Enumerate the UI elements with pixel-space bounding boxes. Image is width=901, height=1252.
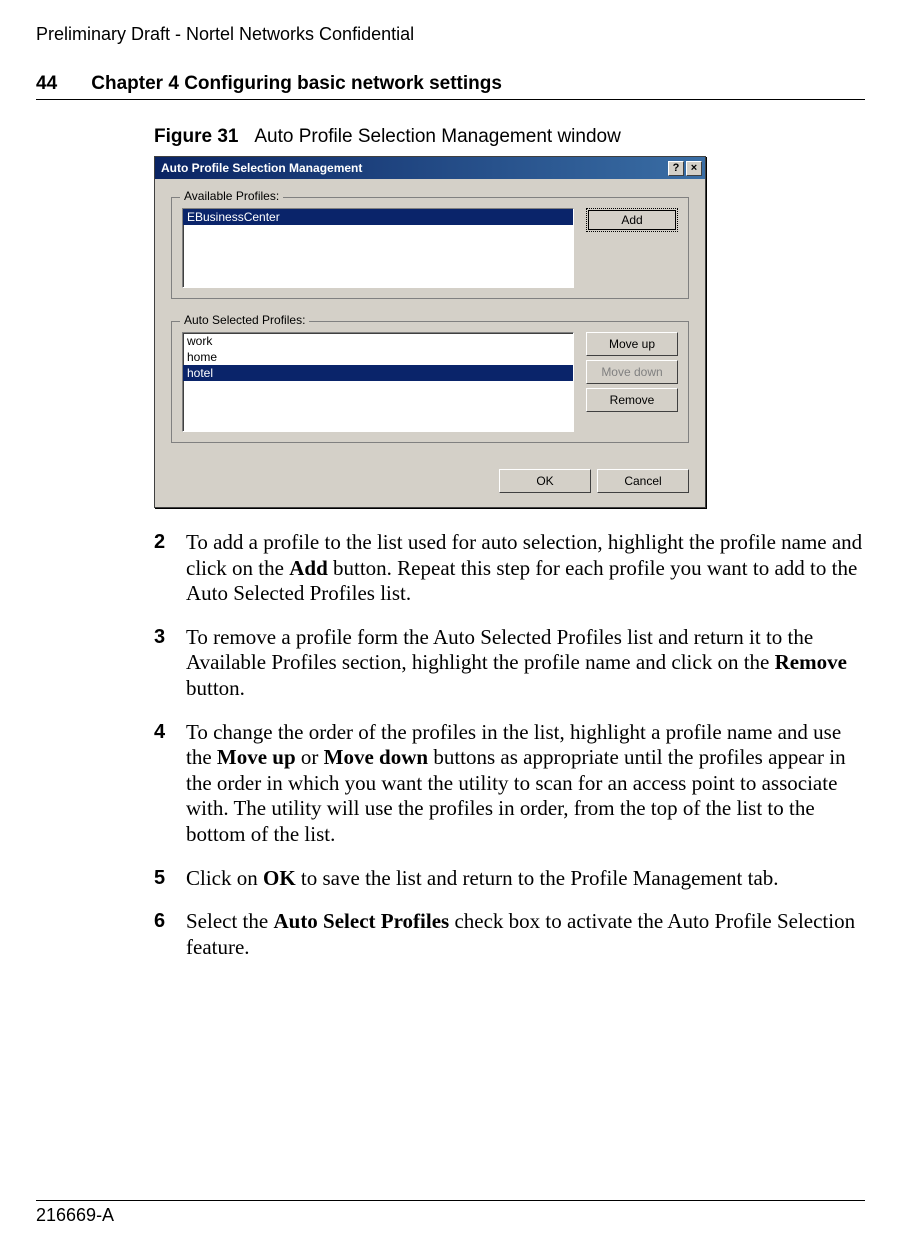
step-bold: Auto Select Profiles bbox=[273, 909, 449, 933]
step-text: Select the bbox=[186, 909, 273, 933]
chapter-header: 44 Chapter 4 Configuring basic network s… bbox=[36, 73, 865, 95]
ok-button[interactable]: OK bbox=[499, 469, 591, 493]
available-profiles-listbox[interactable]: EBusinessCenter bbox=[182, 208, 574, 288]
step-bold: Remove bbox=[775, 650, 847, 674]
dialog-titlebar: Auto Profile Selection Management ? × bbox=[155, 157, 705, 179]
figure-label: Figure 31 bbox=[154, 126, 238, 147]
move-down-button[interactable]: Move down bbox=[586, 360, 678, 384]
document-id: 216669-A bbox=[36, 1205, 865, 1226]
step-number: 4 bbox=[154, 720, 186, 848]
step-bold: Move down bbox=[324, 745, 428, 769]
available-profiles-group: Available Profiles: EBusinessCenter Add bbox=[171, 197, 689, 299]
step-text: To remove a profile form the Auto Select… bbox=[186, 625, 813, 675]
available-profiles-legend: Available Profiles: bbox=[180, 189, 283, 203]
step-6: 6 Select the Auto Select Profiles check … bbox=[154, 909, 865, 960]
list-item[interactable]: hotel bbox=[183, 365, 573, 381]
dialog-footer: OK Cancel bbox=[171, 465, 689, 493]
auto-profile-dialog: Auto Profile Selection Management ? × Av… bbox=[154, 156, 706, 508]
step-body: Select the Auto Select Profiles check bo… bbox=[186, 909, 865, 960]
step-4: 4 To change the order of the profiles in… bbox=[154, 720, 865, 848]
step-body: To remove a profile form the Auto Select… bbox=[186, 625, 865, 702]
step-5: 5 Click on OK to save the list and retur… bbox=[154, 866, 865, 892]
figure-caption-text: Auto Profile Selection Management window bbox=[254, 126, 620, 147]
step-number: 2 bbox=[154, 530, 186, 607]
auto-selected-profiles-legend: Auto Selected Profiles: bbox=[180, 313, 309, 327]
footer-divider bbox=[36, 1200, 865, 1201]
dialog-title: Auto Profile Selection Management bbox=[161, 161, 666, 175]
step-text: or bbox=[296, 745, 324, 769]
list-item[interactable]: work bbox=[183, 333, 573, 349]
step-text: button. bbox=[186, 676, 245, 700]
help-icon[interactable]: ? bbox=[668, 161, 684, 176]
move-up-button[interactable]: Move up bbox=[586, 332, 678, 356]
list-item[interactable]: home bbox=[183, 349, 573, 365]
auto-selected-profiles-listbox[interactable]: work home hotel bbox=[182, 332, 574, 432]
step-body: To add a profile to the list used for au… bbox=[186, 530, 865, 607]
instruction-steps: 2 To add a profile to the list used for … bbox=[154, 530, 865, 961]
auto-selected-profiles-group: Auto Selected Profiles: work home hotel … bbox=[171, 321, 689, 443]
step-text: to save the list and return to the Profi… bbox=[296, 866, 779, 890]
list-item[interactable]: EBusinessCenter bbox=[183, 209, 573, 225]
header-divider bbox=[36, 99, 865, 100]
step-text: Click on bbox=[186, 866, 263, 890]
step-2: 2 To add a profile to the list used for … bbox=[154, 530, 865, 607]
step-bold: Add bbox=[289, 556, 328, 580]
page-number: 44 bbox=[36, 73, 86, 95]
cancel-button[interactable]: Cancel bbox=[597, 469, 689, 493]
step-number: 3 bbox=[154, 625, 186, 702]
close-icon[interactable]: × bbox=[686, 161, 702, 176]
step-bold: OK bbox=[263, 866, 296, 890]
chapter-title: Chapter 4 Configuring basic network sett… bbox=[91, 73, 502, 94]
remove-button[interactable]: Remove bbox=[586, 388, 678, 412]
step-body: To change the order of the profiles in t… bbox=[186, 720, 865, 848]
step-body: Click on OK to save the list and return … bbox=[186, 866, 865, 892]
step-bold: Move up bbox=[217, 745, 296, 769]
page-footer: 216669-A bbox=[36, 1200, 865, 1226]
step-number: 6 bbox=[154, 909, 186, 960]
figure-caption: Figure 31 Auto Profile Selection Managem… bbox=[154, 126, 865, 148]
step-3: 3 To remove a profile form the Auto Sele… bbox=[154, 625, 865, 702]
add-button[interactable]: Add bbox=[586, 208, 678, 232]
step-number: 5 bbox=[154, 866, 186, 892]
confidential-header: Preliminary Draft - Nortel Networks Conf… bbox=[36, 24, 865, 45]
